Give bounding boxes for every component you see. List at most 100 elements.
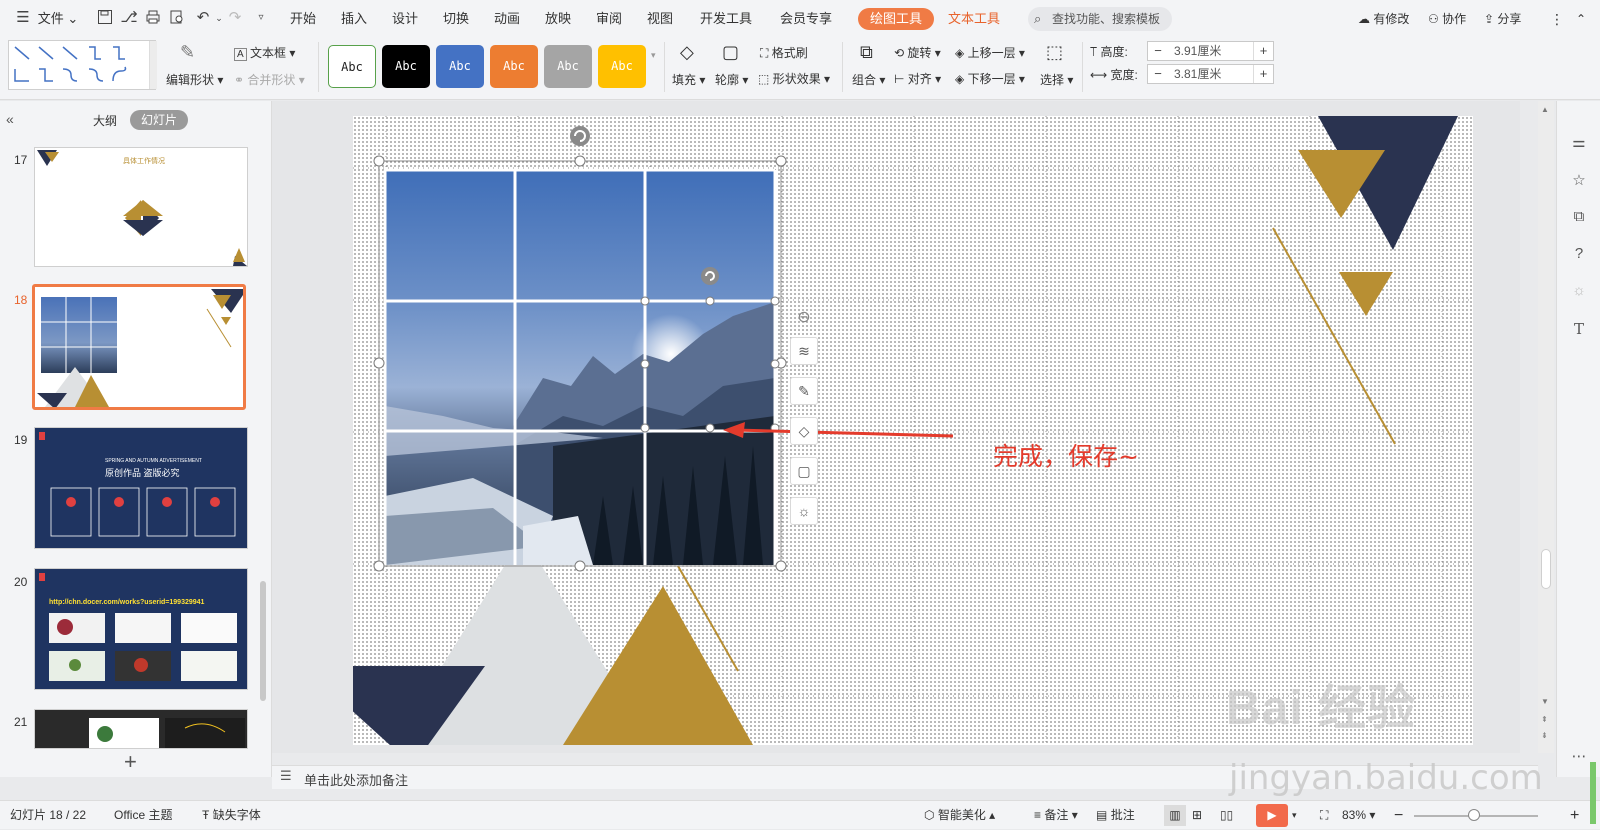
zoom-slider-thumb[interactable] — [1468, 809, 1480, 821]
prev-slide-icon[interactable]: ⇞ — [1541, 715, 1548, 724]
tab-developer[interactable]: 开发工具 — [696, 0, 756, 38]
shape-style-4[interactable]: Abc — [490, 45, 538, 88]
animation-icon[interactable]: ☆ — [1569, 171, 1589, 191]
reading-view-icon[interactable]: ▯▯ — [1220, 801, 1233, 830]
play-slideshow-icon[interactable]: ▶ — [1256, 804, 1288, 827]
tab-text-tools[interactable]: 文本工具 — [948, 0, 1000, 38]
tab-outline[interactable]: 大纲 — [93, 112, 117, 129]
lightbulb-icon[interactable]: ☼ — [790, 497, 818, 525]
shape-style-6[interactable]: Abc — [598, 45, 646, 88]
panel-scrollbar[interactable] — [260, 581, 266, 701]
more-sidebar-icon[interactable]: ⋯ — [1569, 747, 1589, 767]
gallery-scroll[interactable] — [149, 41, 157, 89]
tab-transitions[interactable]: 切换 — [439, 0, 473, 38]
print-preview-icon[interactable] — [168, 9, 186, 27]
slide-thumbnail-20[interactable]: http://chn.docer.com/works?userid=199329… — [34, 568, 248, 690]
text-icon[interactable]: T — [1569, 319, 1589, 339]
missing-fonts-button[interactable]: Ŧ 缺失字体 — [202, 801, 261, 830]
text-box-label: 文本框 — [250, 46, 287, 60]
outline-button[interactable]: 轮廓 ▾ — [715, 71, 748, 88]
slideshow-dropdown-icon[interactable]: ▾ — [1292, 801, 1297, 830]
help-icon[interactable]: ? — [1569, 244, 1589, 264]
width-decrease-button[interactable]: − — [1148, 65, 1168, 83]
tab-insert[interactable]: 插入 — [337, 0, 371, 38]
collapse-float-toolbar-icon[interactable]: ⊖ — [790, 305, 818, 333]
quick-access-dropdown-icon[interactable]: ▿ — [252, 9, 270, 27]
add-slide-button[interactable]: + — [124, 749, 137, 775]
collapse-ribbon-icon[interactable]: ⌃ — [1576, 4, 1586, 34]
select-button[interactable]: 选择 ▾ — [1040, 71, 1073, 88]
align-button[interactable]: ⊢ 对齐 ▾ — [894, 70, 941, 87]
height-input[interactable]: − 3.91厘米 + — [1147, 41, 1274, 61]
fit-window-icon[interactable]: ⛶ — [1320, 801, 1328, 830]
style-gallery-more-icon[interactable]: ▾ — [651, 50, 656, 61]
share-button[interactable]: ⇪ 分享 — [1484, 4, 1521, 34]
smart-beautify-button[interactable]: ⬡ 智能美化 ▴ — [924, 801, 995, 830]
slide-sorter-icon[interactable]: ⊞ — [1192, 801, 1202, 830]
collaborate-button[interactable]: ⚇ 协作 — [1428, 4, 1466, 34]
search-input[interactable]: ⌕ 查找功能、搜索模板 — [1028, 7, 1172, 31]
fill-bucket-icon[interactable]: ◇ — [790, 417, 818, 445]
shape-style-3[interactable]: Abc — [436, 45, 484, 88]
vertical-scrollbar[interactable]: ▲ ▼ ⇞ ⇟ — [1538, 101, 1554, 753]
shape-style-5[interactable]: Abc — [544, 45, 592, 88]
tab-slideshow[interactable]: 放映 — [541, 0, 575, 38]
save-icon[interactable] — [96, 9, 114, 27]
merge-shape-button[interactable]: ⚭ 合并形状 ▾ — [234, 71, 305, 88]
line-shape-gallery[interactable] — [8, 40, 157, 90]
tab-slides[interactable]: 幻灯片 — [130, 110, 188, 130]
file-menu[interactable]: 文件 ⌄ — [35, 0, 81, 38]
notes-toggle-button[interactable]: ≡ 备注 ▾ — [1034, 801, 1078, 830]
slide-thumbnail-18[interactable] — [32, 284, 246, 410]
group-button[interactable]: 组合 ▾ — [852, 71, 885, 88]
shape-style-2[interactable]: Abc — [382, 45, 430, 88]
tab-home[interactable]: 开始 — [286, 0, 320, 38]
next-slide-icon[interactable]: ⇟ — [1541, 731, 1548, 740]
slide-thumbnail-19[interactable]: SPRING AND AUTUMN ADVERTISEMENT 原创作品 盗版必… — [34, 427, 248, 549]
tab-design[interactable]: 设计 — [388, 0, 422, 38]
slide-canvas[interactable] — [353, 116, 1473, 745]
theme-name[interactable]: Office 主题 — [114, 801, 172, 830]
print-icon[interactable] — [144, 9, 162, 27]
tips-icon[interactable]: ☼ — [1569, 281, 1589, 301]
width-increase-button[interactable]: + — [1253, 65, 1273, 83]
cloud-save-icon[interactable]: ⎇ — [120, 9, 138, 27]
bring-forward-button[interactable]: ◈ 上移一层 ▾ — [955, 44, 1025, 61]
slide-switch-icon[interactable]: ⧉ — [1569, 207, 1589, 227]
scroll-thumb[interactable] — [1541, 549, 1551, 589]
text-box-button[interactable]: A 文本框 ▾ — [234, 44, 295, 61]
fill-button[interactable]: 填充 ▾ — [672, 71, 705, 88]
shape-effects-button[interactable]: ⬚ 形状效果 ▾ — [758, 70, 830, 87]
hamburger-menu-icon[interactable]: ☰ — [14, 9, 32, 27]
tab-member[interactable]: 会员专享 — [775, 0, 837, 38]
redo-icon[interactable]: ↷ — [226, 9, 244, 27]
tab-drawing-tools[interactable]: 绘图工具 — [858, 8, 934, 30]
tab-review[interactable]: 审阅 — [592, 0, 626, 38]
edit-shape-button[interactable]: 编辑形状 ▾ — [166, 71, 223, 88]
shape-style-1[interactable]: Abc — [328, 45, 376, 88]
tab-view[interactable]: 视图 — [643, 0, 677, 38]
scroll-up-icon[interactable]: ▲ — [1541, 105, 1549, 114]
zoom-in-button[interactable]: + — [1570, 801, 1579, 830]
tab-animation[interactable]: 动画 — [490, 0, 524, 38]
rotate-button[interactable]: ⟲ 旋转 ▾ — [894, 44, 941, 61]
outline-frame-icon[interactable]: ▢ — [790, 457, 818, 485]
properties-icon[interactable]: ⚌ — [1569, 133, 1589, 153]
brush-icon[interactable]: ✎ — [790, 377, 818, 405]
normal-view-icon[interactable]: ▥ — [1164, 805, 1186, 826]
send-backward-button[interactable]: ◈ 下移一层 ▾ — [955, 70, 1025, 87]
comments-button[interactable]: ▤ 批注 — [1096, 801, 1135, 830]
more-options-icon[interactable]: ⋮ — [1550, 4, 1564, 34]
layers-icon[interactable]: ≋ — [790, 337, 818, 365]
has-changes-button[interactable]: ☁ 有修改 — [1358, 4, 1409, 34]
slide-thumbnail-17[interactable]: 具体工作情况 — [34, 147, 248, 267]
zoom-out-button[interactable]: − — [1394, 801, 1403, 830]
height-decrease-button[interactable]: − — [1148, 42, 1168, 60]
slide-thumbnail-21[interactable] — [34, 709, 248, 749]
zoom-level[interactable]: 83% ▾ — [1342, 801, 1375, 830]
format-painter-button[interactable]: ⛶ 格式刷 — [760, 44, 808, 61]
width-input[interactable]: − 3.81厘米 + — [1147, 64, 1274, 84]
height-increase-button[interactable]: + — [1253, 42, 1273, 60]
scroll-down-icon[interactable]: ▼ — [1541, 697, 1549, 706]
collapse-panel-icon[interactable]: « — [6, 111, 14, 127]
